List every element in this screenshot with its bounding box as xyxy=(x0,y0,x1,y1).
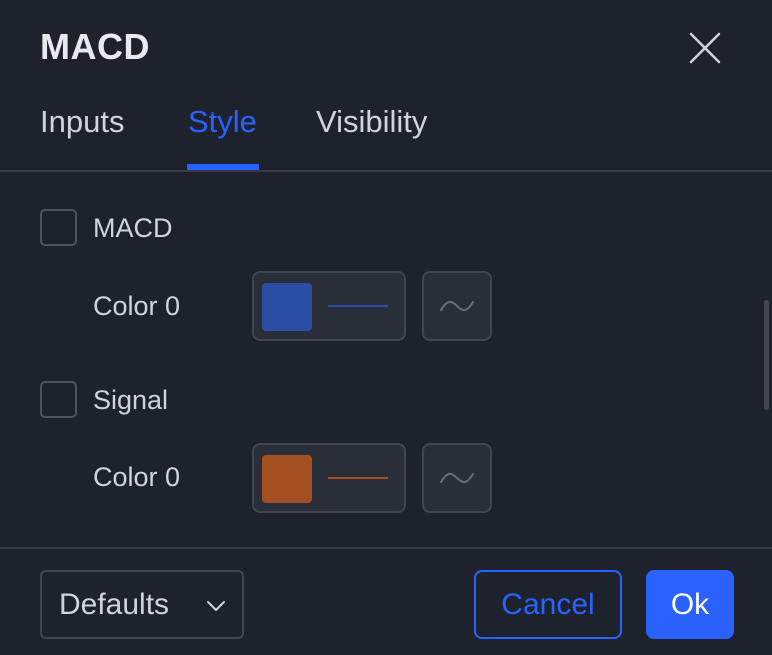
close-icon xyxy=(689,32,721,64)
defaults-label: Defaults xyxy=(59,588,170,621)
macd-plot-checkbox[interactable] xyxy=(40,209,77,246)
signal-color-swatch xyxy=(262,455,312,503)
defaults-dropdown[interactable]: Defaults xyxy=(40,570,244,639)
macd-color-label: Color 0 xyxy=(93,291,181,321)
macd-line-sample xyxy=(328,305,388,307)
macd-line-style-button[interactable] xyxy=(422,271,492,341)
signal-plot-label: Signal xyxy=(93,385,169,415)
footer-divider xyxy=(0,547,772,549)
signal-line-style-button[interactable] xyxy=(422,443,492,513)
dialog-title: MACD xyxy=(40,26,150,67)
signal-line-sample xyxy=(328,477,388,479)
chevron-down-icon xyxy=(207,601,225,611)
cancel-button[interactable]: Cancel xyxy=(474,570,622,639)
line-style-icon xyxy=(440,472,474,484)
tab-inputs[interactable]: Inputs xyxy=(40,104,124,140)
macd-color-swatch xyxy=(262,283,312,331)
signal-color-button[interactable] xyxy=(252,443,406,513)
macd-color-button[interactable] xyxy=(252,271,406,341)
macd-plot-label: MACD xyxy=(93,213,173,243)
tab-bar: Inputs Style Visibility xyxy=(0,88,772,172)
signal-plot-checkbox[interactable] xyxy=(40,381,77,418)
close-button[interactable] xyxy=(683,26,727,70)
macd-settings-dialog: MACD Inputs Style Visibility MACD Color … xyxy=(0,0,772,655)
signal-color-label: Color 0 xyxy=(93,462,181,492)
line-style-icon xyxy=(440,300,474,312)
active-tab-indicator xyxy=(187,164,259,170)
tab-visibility[interactable]: Visibility xyxy=(316,104,427,140)
scrollbar[interactable] xyxy=(764,300,769,410)
ok-button[interactable]: Ok xyxy=(646,570,734,639)
tab-style[interactable]: Style xyxy=(188,104,257,140)
